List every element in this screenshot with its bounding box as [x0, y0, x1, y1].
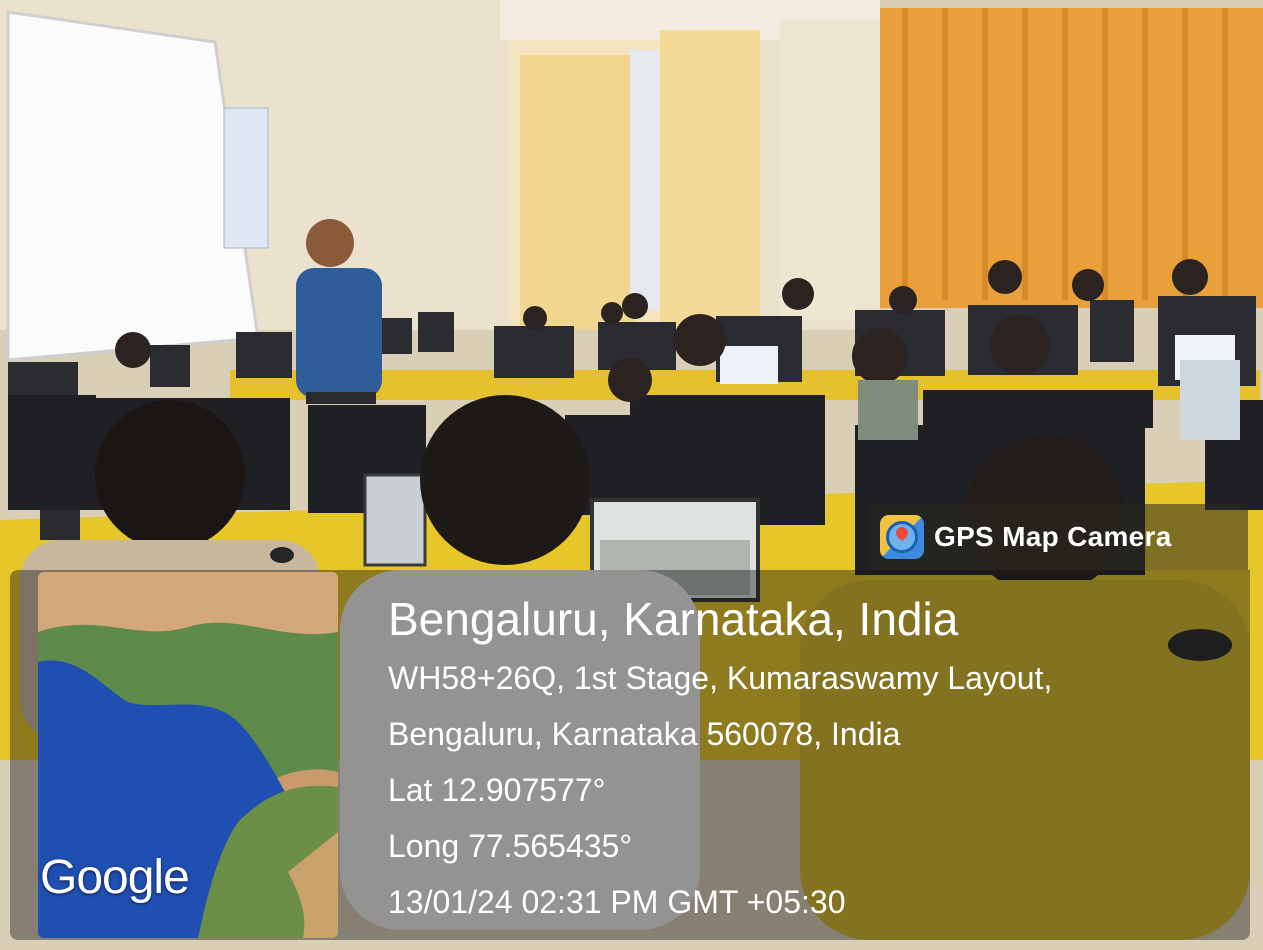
- latitude: Lat 12.907577°: [388, 772, 606, 808]
- badge-label: GPS Map Camera: [934, 521, 1172, 552]
- location-text: Bengaluru, Karnataka, India WH58+26Q, 1s…: [388, 588, 1052, 930]
- address-line-2: Bengaluru, Karnataka 560078, India: [388, 716, 901, 752]
- google-logo: Google: [40, 851, 190, 904]
- map-pin-icon: [880, 515, 924, 559]
- address-line-1: WH58+26Q, 1st Stage, Kumaraswamy Layout,: [388, 660, 1053, 696]
- gps-map-camera-badge: GPS Map Camera: [868, 504, 1248, 570]
- city-title: Bengaluru, Karnataka, India: [388, 593, 959, 645]
- timestamp: 13/01/24 02:31 PM GMT +05:30: [388, 884, 846, 920]
- longitude: Long 77.565435°: [388, 828, 633, 864]
